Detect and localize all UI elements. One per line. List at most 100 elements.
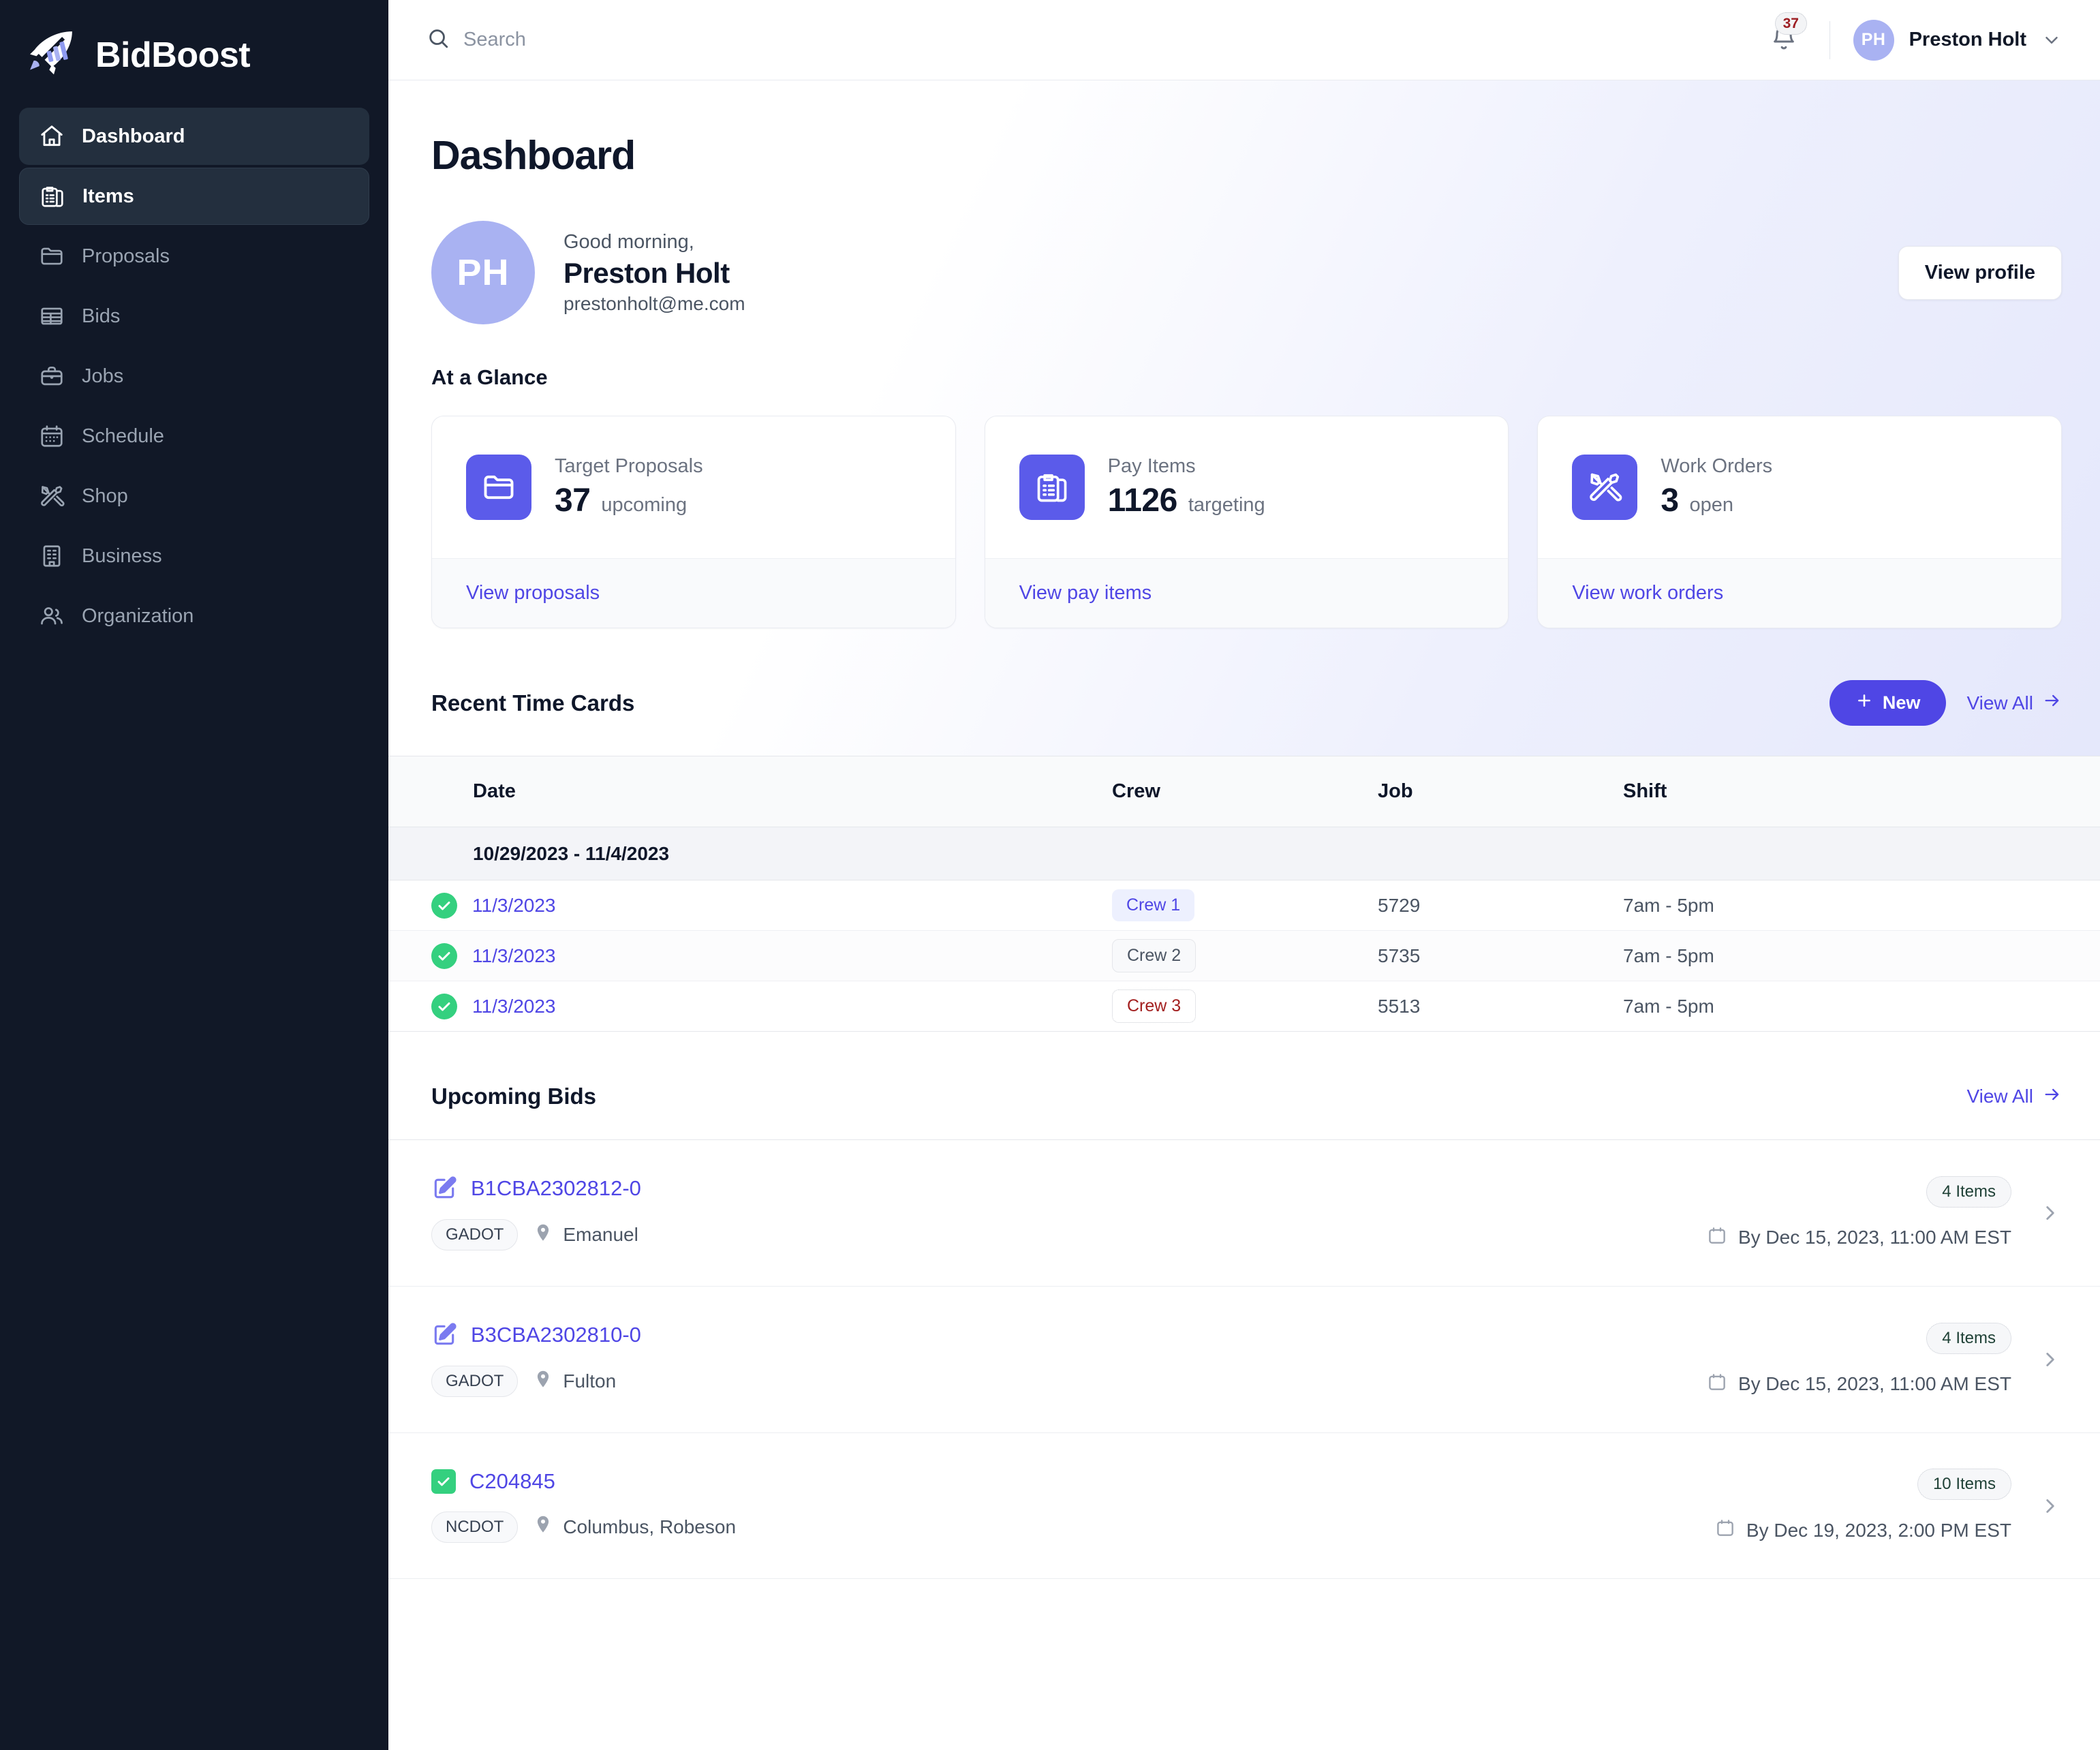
bid-id-link[interactable]: B3CBA2302810-0 <box>471 1323 641 1347</box>
bid-location: Fulton <box>533 1369 616 1394</box>
card-value: 3 <box>1661 482 1679 519</box>
column-header-job[interactable]: Job <box>1378 756 1623 827</box>
search-input[interactable] <box>463 29 872 51</box>
sidebar-item-items[interactable]: Items <box>19 168 369 225</box>
card-body: Work Orders 3 open <box>1538 416 2061 558</box>
bid-title-line: B3CBA2302810-0 <box>431 1322 1707 1348</box>
glance-card-target-proposals[interactable]: Target Proposals 37 upcoming View propos… <box>431 416 956 628</box>
sidebar-item-label: Items <box>82 185 134 207</box>
sidebar-item-business[interactable]: Business <box>19 527 369 585</box>
user-name: Preston Holt <box>1909 29 2026 50</box>
edit-square-icon <box>431 1176 457 1201</box>
time-card-date-link[interactable]: 11/3/2023 <box>472 895 556 917</box>
upcoming-bids-view-all-link[interactable]: View All <box>1966 1085 2062 1109</box>
sidebar-item-jobs[interactable]: Jobs <box>19 348 369 405</box>
notifications-button[interactable]: 37 <box>1761 12 1807 63</box>
bid-row[interactable]: C204845 NCDOT Columbus, Robeson 10 Items… <box>388 1433 2100 1579</box>
user-menu[interactable]: PH Preston Holt <box>1853 19 2062 61</box>
sidebar-item-schedule[interactable]: Schedule <box>19 408 369 465</box>
card-body: Pay Items 1126 targeting <box>985 416 1509 558</box>
agency-badge: GADOT <box>431 1219 519 1250</box>
column-header-date[interactable]: Date <box>388 756 1112 827</box>
bid-row[interactable]: B3CBA2302810-0 GADOT Fulton 4 Items By D… <box>388 1287 2100 1433</box>
sidebar-item-label: Schedule <box>82 425 164 447</box>
calendar-icon <box>1707 1225 1727 1250</box>
bid-left: B3CBA2302810-0 GADOT Fulton <box>431 1322 1707 1397</box>
bid-id-link[interactable]: B1CBA2302812-0 <box>471 1176 641 1201</box>
agency-badge: GADOT <box>431 1366 519 1397</box>
greeting-text: Good morning, <box>563 230 694 253</box>
glance-card-work-orders[interactable]: Work Orders 3 open View work orders <box>1537 416 2063 628</box>
view-proposals-link[interactable]: View proposals <box>466 582 600 604</box>
bid-id-link[interactable]: C204845 <box>469 1469 555 1494</box>
search-container[interactable] <box>427 27 1761 53</box>
chevron-right-icon[interactable] <box>2039 1494 2062 1518</box>
time-card-date-link[interactable]: 11/3/2023 <box>472 996 556 1017</box>
content-inner: Dashboard PH Good morning, Preston Holt … <box>388 80 2100 1579</box>
chevron-right-icon[interactable] <box>2039 1201 2062 1225</box>
card-suffix: targeting <box>1188 494 1265 516</box>
card-suffix: upcoming <box>601 494 688 516</box>
bid-due: By Dec 15, 2023, 11:00 AM EST <box>1707 1225 2011 1250</box>
bid-title-line: C204845 <box>431 1469 1715 1494</box>
card-text: Work Orders 3 open <box>1661 455 1772 519</box>
cell-crew: Crew 1 <box>1112 880 1378 931</box>
view-work-orders-link[interactable]: View work orders <box>1572 582 1723 604</box>
time-cards-header: Recent Time Cards New View All <box>388 628 2100 726</box>
sidebar: BidBoost Dashboard Items Proposals Bids … <box>0 0 388 1750</box>
content-scroll: Dashboard PH Good morning, Preston Holt … <box>388 80 2100 1750</box>
card-stat: 37 upcoming <box>555 482 703 519</box>
card-body: Target Proposals 37 upcoming <box>432 416 955 558</box>
due-text: By Dec 19, 2023, 2:00 PM EST <box>1746 1519 2011 1541</box>
brand[interactable]: BidBoost <box>19 0 369 108</box>
table-row[interactable]: 11/3/2023 Crew 3 5513 7am - 5pm <box>388 981 2100 1032</box>
card-value: 1126 <box>1107 482 1178 519</box>
view-profile-button[interactable]: View profile <box>1898 245 2062 300</box>
cell-date: 11/3/2023 <box>388 930 1112 981</box>
bid-left: C204845 NCDOT Columbus, Robeson <box>431 1469 1715 1543</box>
glance-card-pay-items[interactable]: Pay Items 1126 targeting View pay items <box>984 416 1509 628</box>
location-text: Fulton <box>563 1370 617 1392</box>
check-square-icon <box>431 1469 456 1494</box>
sidebar-item-proposals[interactable]: Proposals <box>19 228 369 285</box>
sidebar-item-dashboard[interactable]: Dashboard <box>19 108 369 165</box>
sidebar-item-bids[interactable]: Bids <box>19 288 369 345</box>
clipboard-list-icon <box>39 183 66 210</box>
sidebar-item-organization[interactable]: Organization <box>19 587 369 645</box>
users-icon <box>38 602 65 630</box>
profile-name: Preston Holt <box>563 256 730 289</box>
chevron-right-icon[interactable] <box>2039 1348 2062 1371</box>
bid-row[interactable]: B1CBA2302812-0 GADOT Emanuel 4 Items By … <box>388 1140 2100 1287</box>
due-text: By Dec 15, 2023, 11:00 AM EST <box>1738 1227 2011 1248</box>
cell-job: 5735 <box>1378 930 1623 981</box>
location-pin-icon <box>533 1223 553 1248</box>
topbar-right: 37 PH Preston Holt <box>1761 12 2062 63</box>
page-title: Dashboard <box>431 133 636 178</box>
items-count-badge: 4 Items <box>1926 1176 2011 1208</box>
avatar: PH <box>1853 19 1894 61</box>
table-group-row: 10/29/2023 - 11/4/2023 <box>388 827 2100 880</box>
items-count-badge: 4 Items <box>1926 1322 2011 1354</box>
column-header-shift[interactable]: Shift <box>1623 756 2100 827</box>
agency-badge: NCDOT <box>431 1511 519 1543</box>
card-text: Pay Items 1126 targeting <box>1108 455 1265 519</box>
column-header-crew[interactable]: Crew <box>1112 756 1378 827</box>
bid-meta: GADOT Fulton <box>431 1366 1707 1397</box>
table-row[interactable]: 11/3/2023 Crew 1 5729 7am - 5pm <box>388 880 2100 931</box>
time-card-date-link[interactable]: 11/3/2023 <box>472 945 556 967</box>
upcoming-bids-list: B1CBA2302812-0 GADOT Emanuel 4 Items By … <box>388 1139 2100 1579</box>
new-time-card-button[interactable]: New <box>1829 680 1947 726</box>
upcoming-bids-title: Upcoming Bids <box>431 1084 597 1109</box>
sidebar-item-shop[interactable]: Shop <box>19 467 369 525</box>
glance-cards: Target Proposals 37 upcoming View propos… <box>388 390 2100 628</box>
table-header-row: Date Crew Job Shift <box>388 756 2100 827</box>
clipboard-list-icon <box>1019 455 1085 520</box>
view-pay-items-link[interactable]: View pay items <box>1019 582 1152 604</box>
location-text: Columbus, Robeson <box>563 1516 737 1537</box>
card-footer: View proposals <box>432 558 955 628</box>
table-row[interactable]: 11/3/2023 Crew 2 5735 7am - 5pm <box>388 930 2100 981</box>
crew-badge: Crew 1 <box>1112 889 1195 921</box>
time-cards-view-all-link[interactable]: View All <box>1966 691 2062 715</box>
profile-summary: PH Good morning, Preston Holt prestonhol… <box>388 179 2100 324</box>
cell-job: 5729 <box>1378 880 1623 931</box>
